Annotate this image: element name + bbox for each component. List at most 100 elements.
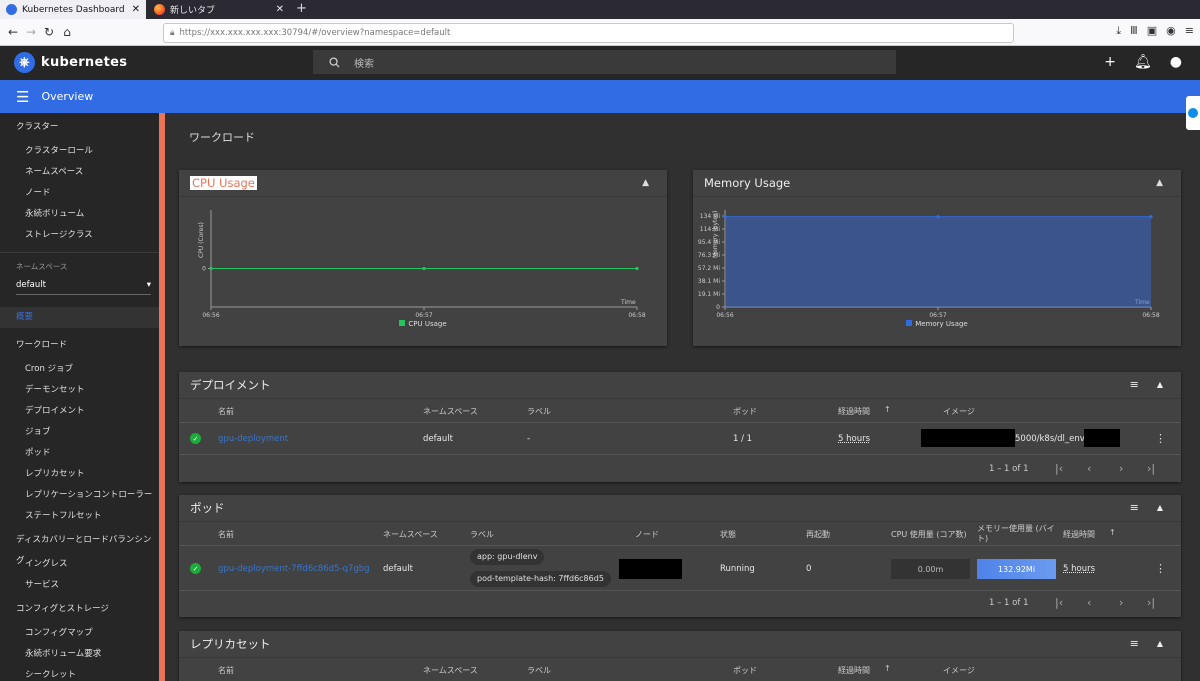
sidebar-item-services[interactable]: サービス	[0, 575, 159, 596]
kubernetes-logo[interactable]: ⎈ kubernetes	[14, 52, 127, 73]
col-namespace[interactable]: ネームスペース	[423, 665, 478, 676]
col-labels: ラベル	[527, 407, 551, 416]
memory-usage-bar: 132.92Mi	[977, 559, 1056, 579]
deployment-age[interactable]: 5 hours	[838, 434, 870, 444]
x-tick-label: 06:58	[1142, 312, 1159, 319]
y-tick-label: 38.1 Mi	[698, 278, 720, 285]
col-namespace[interactable]: ネームスペース	[423, 406, 478, 417]
col-name[interactable]: 名前	[218, 529, 234, 540]
col-node: ノード	[635, 530, 659, 539]
y-axis-title: CPU (Cores)	[198, 222, 205, 258]
tab-new-tab[interactable]: 新しいタブ ✕	[148, 0, 290, 19]
collapse-icon[interactable]: ▲	[1157, 503, 1163, 514]
next-page-icon[interactable]: ›	[1119, 462, 1123, 475]
collapse-icon[interactable]: ▲	[1157, 380, 1163, 391]
sidebar-item-deployments[interactable]: デプロイメント	[0, 401, 159, 422]
hamburger-menu-icon[interactable]: ☰	[16, 88, 29, 106]
filter-icon[interactable]: ≡	[1130, 378, 1139, 391]
next-page-icon[interactable]: ›	[1119, 596, 1123, 609]
sidebar-item-statefulsets[interactable]: ステートフルセット	[0, 506, 159, 527]
create-plus-icon[interactable]: +	[1104, 54, 1116, 70]
x-tick-label: 06:57	[929, 312, 946, 319]
prev-page-icon[interactable]: ‹	[1087, 596, 1091, 609]
kebab-menu-icon[interactable]: ⋮	[1155, 562, 1166, 575]
search-input[interactable]: 検索	[313, 50, 896, 74]
sidebar-item-pods[interactable]: ポッド	[0, 443, 159, 464]
y-tick-label: 76.3 Mi	[698, 252, 720, 259]
url-bar[interactable]: 🔒︎ https://xxx.xxx.xxx.xxx:30794/#/overv…	[163, 23, 1014, 43]
back-icon[interactable]: ←	[4, 25, 22, 39]
sidebar-item-overview[interactable]: 概要	[0, 307, 159, 328]
dropdown-arrow-icon: ▾	[146, 280, 151, 290]
sidebar-item-persistentvolumes[interactable]: 永続ボリューム	[0, 204, 159, 225]
sort-arrow-up-icon[interactable]: ↑	[1109, 528, 1116, 537]
sidebar-section-config[interactable]: コンフィグとストレージ	[0, 599, 159, 620]
sidebar-item-namespaces[interactable]: ネームスペース	[0, 162, 159, 183]
sidebar-item-daemonsets[interactable]: デーモンセット	[0, 380, 159, 401]
sidebar-item-cronjobs[interactable]: Cron ジョブ	[0, 359, 159, 380]
col-namespace[interactable]: ネームスペース	[383, 529, 438, 540]
col-name[interactable]: 名前	[218, 406, 234, 417]
pod-restarts: 0	[806, 564, 812, 574]
sidebar-item-replicationcontrollers[interactable]: レプリケーションコントローラー	[0, 485, 159, 506]
col-age[interactable]: 経過時間	[1063, 529, 1095, 540]
col-age[interactable]: 経過時間	[838, 665, 870, 676]
sidebar-toggle-icon[interactable]: ▣	[1147, 24, 1157, 38]
pagination-range: 1 – 1 of 1	[989, 464, 1029, 474]
sidebar-item-secrets[interactable]: シークレット	[0, 665, 159, 681]
download-icon[interactable]: ⤓	[1116, 24, 1121, 38]
forward-icon[interactable]: →	[22, 25, 40, 39]
account-icon[interactable]: ◉	[1166, 24, 1176, 38]
col-age[interactable]: 経過時間	[838, 406, 870, 417]
memory-card-title: Memory Usage	[704, 176, 791, 190]
sidebar-section-cluster[interactable]: クラスター	[0, 117, 159, 138]
library-icon[interactable]: Ⅲ	[1130, 24, 1138, 38]
col-name[interactable]: 名前	[218, 665, 234, 676]
namespace-select[interactable]: default ▾	[16, 275, 151, 295]
replicasets-table-header: 名前 ネームスペース ラベル ポッド 経過時間 ↑ イメージ	[179, 658, 1181, 681]
pod-age[interactable]: 5 hours	[1063, 564, 1095, 574]
sort-arrow-up-icon[interactable]: ↑	[884, 664, 891, 673]
sidebar-item-replicasets[interactable]: レプリカセット	[0, 464, 159, 485]
collapse-icon[interactable]: ▲	[642, 178, 649, 188]
last-page-icon[interactable]: ›|	[1147, 462, 1155, 475]
sidebar-item-jobs[interactable]: ジョブ	[0, 422, 159, 443]
last-page-icon[interactable]: ›|	[1147, 596, 1155, 609]
legend-swatch	[399, 320, 406, 326]
prev-page-icon[interactable]: ‹	[1087, 462, 1091, 475]
filter-icon[interactable]: ≡	[1130, 637, 1139, 650]
search-placeholder: 検索	[354, 58, 374, 70]
collapse-icon[interactable]: ▲	[1156, 178, 1163, 188]
collapse-icon[interactable]: ▲	[1157, 639, 1163, 650]
pods-card: ポッド ≡ ▲ 名前 ネームスペース ラベル ノード 状態 再起動 CPU 使用量…	[179, 495, 1181, 617]
col-memory: メモリー使用量 (バイト)	[977, 524, 1055, 543]
new-tab-button[interactable]: +	[296, 1, 307, 16]
close-tab-icon[interactable]: ✕	[276, 4, 284, 15]
user-account-icon[interactable]: ●	[1170, 54, 1182, 70]
sidebar-item-clusterroles[interactable]: クラスターロール	[0, 141, 159, 162]
kebab-menu-icon[interactable]: ⋮	[1155, 432, 1166, 445]
sidebar-item-pvcs[interactable]: 永続ボリューム要求	[0, 644, 159, 665]
first-page-icon[interactable]: |‹	[1055, 596, 1063, 609]
home-icon[interactable]: ⌂	[58, 25, 76, 39]
filter-icon[interactable]: ≡	[1130, 501, 1139, 514]
pod-name-link[interactable]: gpu-deployment-7ffd6c86d5-q7gbg	[218, 564, 370, 574]
redacted-node	[619, 559, 682, 579]
tab-kubernetes-dashboard[interactable]: Kubernetes Dashboard ✕	[0, 0, 146, 19]
close-tab-icon[interactable]: ✕	[132, 4, 140, 15]
sidebar-section-workloads[interactable]: ワークロード	[0, 335, 159, 356]
sort-arrow-up-icon[interactable]: ↑	[884, 405, 891, 414]
sidebar-item-configmaps[interactable]: コンフィグマップ	[0, 623, 159, 644]
sidebar-item-nodes[interactable]: ノード	[0, 183, 159, 204]
reload-icon[interactable]: ↻	[40, 25, 58, 39]
sidebar-section-discovery[interactable]: ディスカバリーとロードバランシング	[0, 530, 159, 566]
label-chip: app: gpu-dlenv	[470, 549, 545, 565]
notifications-bell-icon[interactable]: 🔔︎	[1134, 54, 1152, 70]
pod-namespace: default	[383, 564, 413, 574]
first-page-icon[interactable]: |‹	[1055, 462, 1063, 475]
deployment-name-link[interactable]: gpu-deployment	[218, 434, 288, 444]
menu-icon[interactable]: ≡	[1185, 24, 1194, 38]
status-ok-icon: ✓	[190, 563, 201, 574]
deployments-card: デプロイメント ≡ ▲ 名前 ネームスペース ラベル ポッド 経過時間 ↑ イメー…	[179, 372, 1181, 482]
sidebar-item-storageclasses[interactable]: ストレージクラス	[0, 225, 159, 246]
